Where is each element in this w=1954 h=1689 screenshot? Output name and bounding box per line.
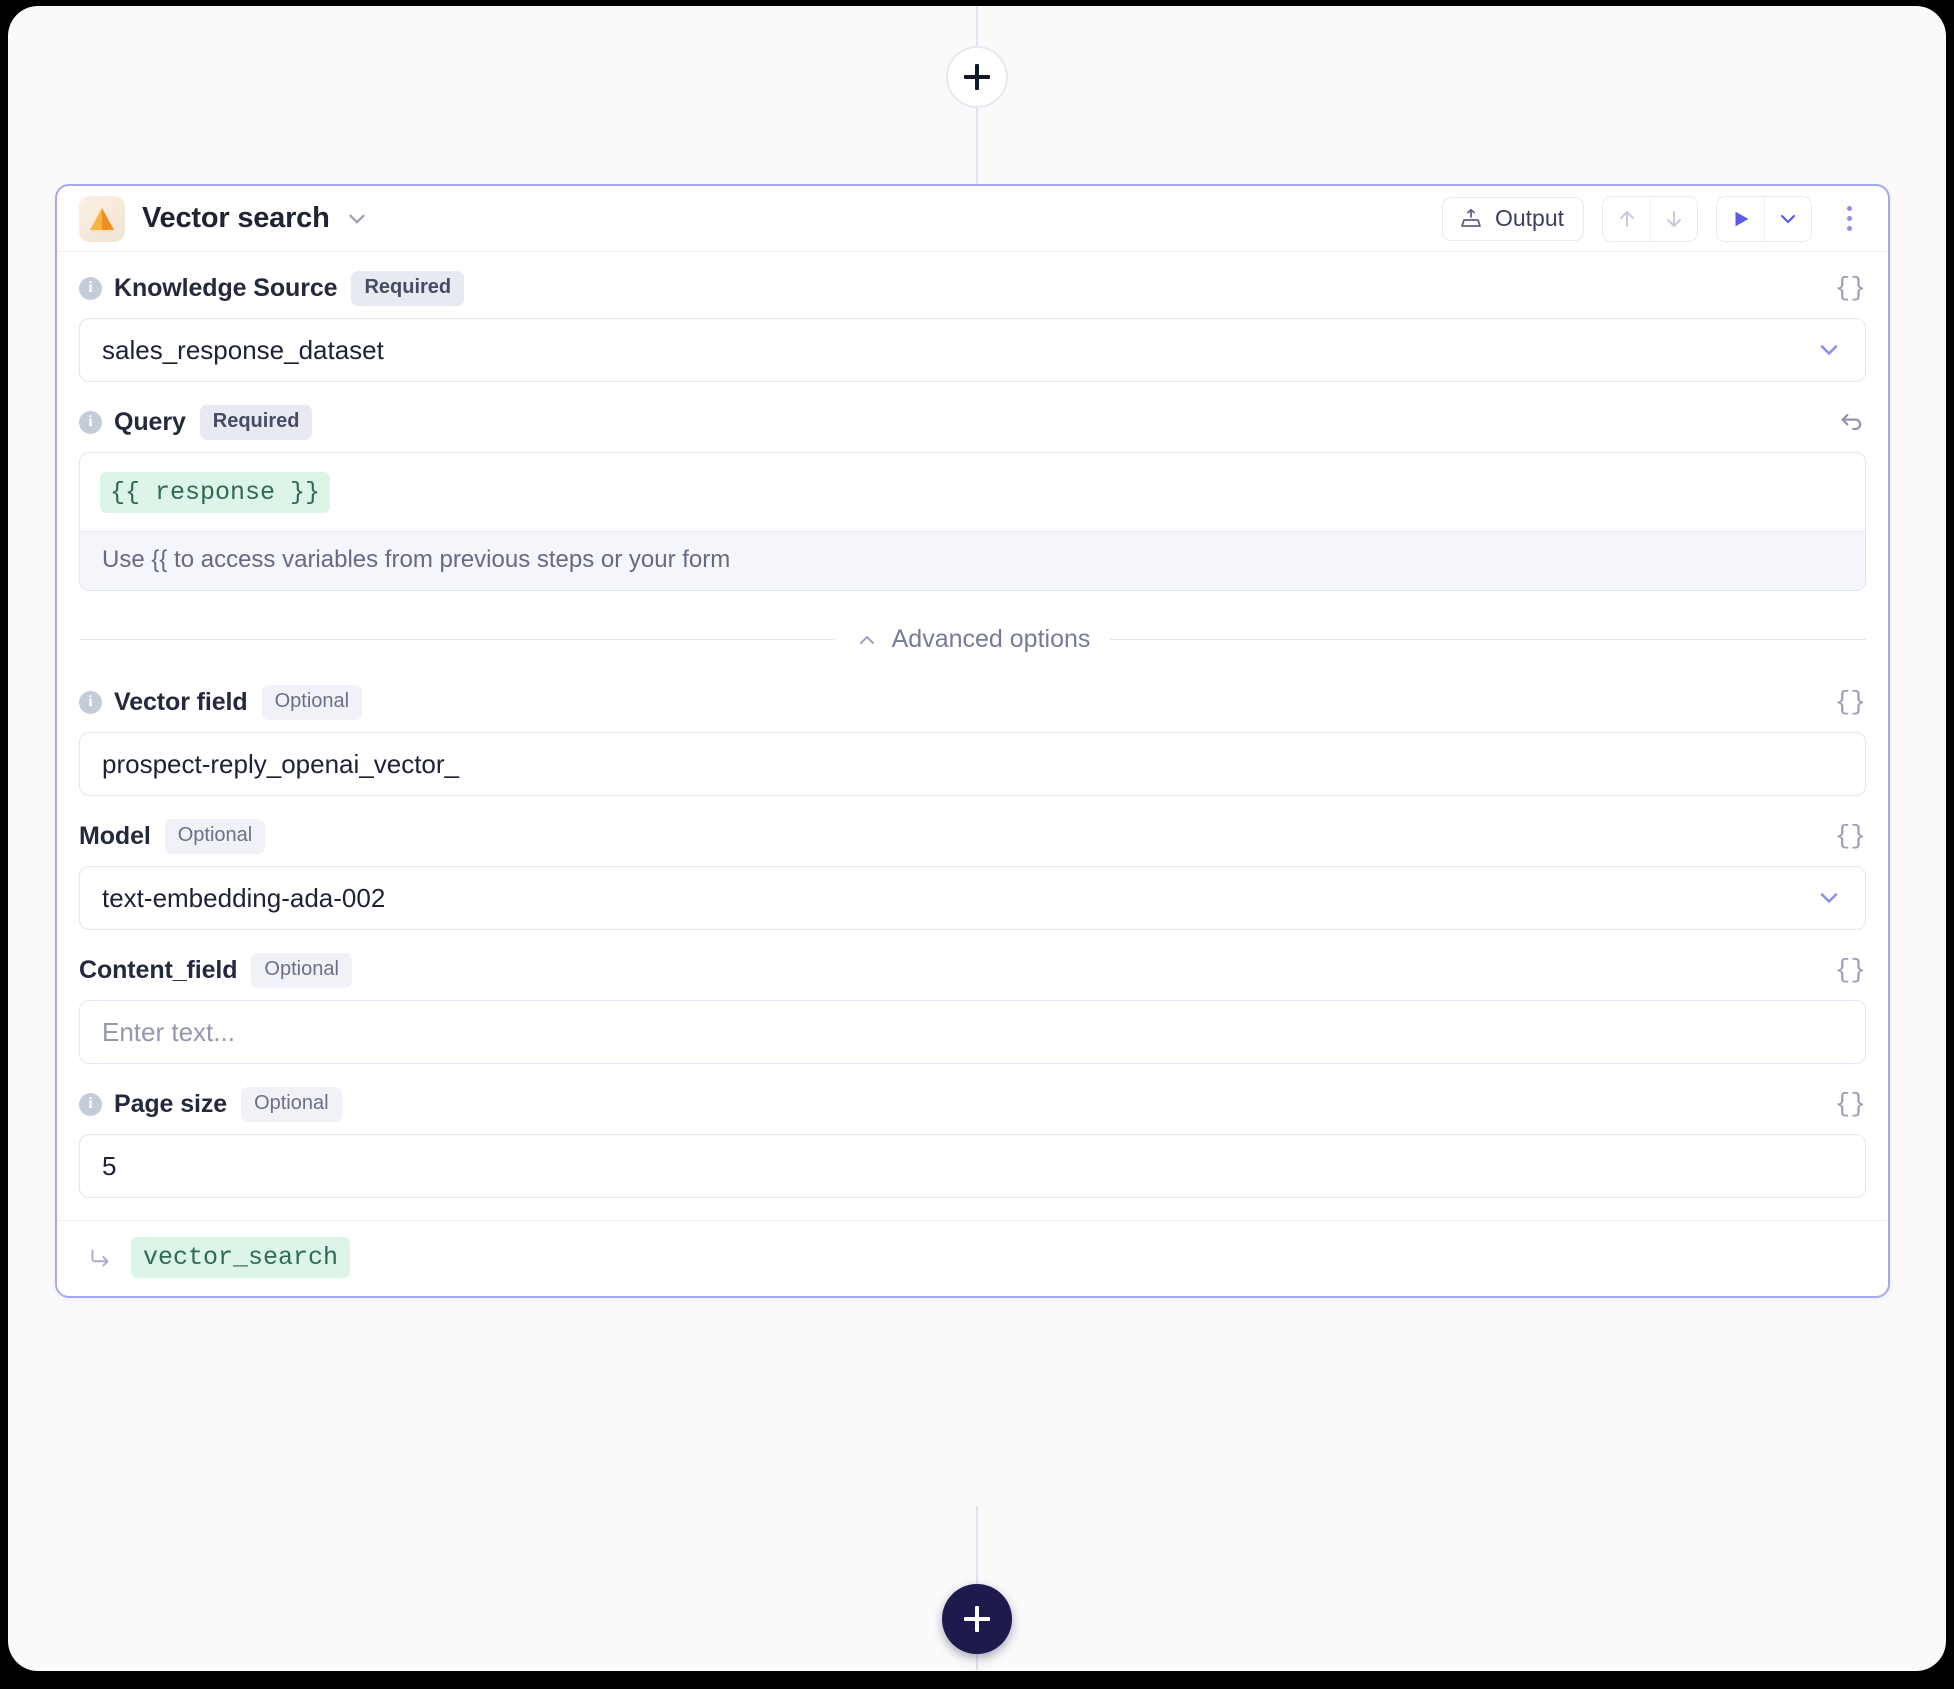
move-down-button[interactable] [1650, 196, 1697, 241]
field-actions [1838, 408, 1866, 436]
model-value: text-embedding-ada-002 [102, 882, 386, 913]
more-options-button[interactable] [1832, 197, 1866, 241]
play-icon [1730, 208, 1752, 230]
info-icon[interactable]: i [79, 410, 102, 434]
field-label: Knowledge Source [114, 273, 338, 302]
chevron-down-icon [1776, 207, 1800, 231]
query-input[interactable]: {{ response }} [80, 453, 1865, 531]
arrow-down-icon [1662, 207, 1686, 231]
field-label: Query [114, 407, 186, 436]
add-step-button-top[interactable] [946, 46, 1008, 108]
info-icon[interactable]: i [79, 276, 102, 300]
model-select[interactable]: text-embedding-ada-002 [79, 866, 1866, 930]
field-label: Content_field [79, 955, 238, 984]
advanced-options-toggle[interactable]: Advanced options [79, 625, 1867, 654]
field-vector-field: i Vector field Optional {} prospect-repl… [79, 684, 1866, 796]
query-editor: {{ response }} Use {{ to access variable… [79, 452, 1866, 591]
chevron-down-icon [1815, 884, 1843, 912]
field-label: Model [79, 821, 151, 850]
field-label-row: i Page size Optional {} [79, 1086, 1866, 1122]
advanced-options-label: Advanced options [891, 625, 1091, 653]
optional-badge: Optional [241, 1086, 342, 1122]
move-button-group [1602, 195, 1698, 242]
advanced-options-inner: Advanced options [855, 625, 1091, 654]
move-up-button[interactable] [1603, 196, 1650, 241]
arrow-turn-down-right-icon [87, 1245, 113, 1271]
field-label: Vector field [114, 687, 248, 716]
field-page-size: i Page size Optional {} 5 [79, 1086, 1866, 1198]
chevron-up-icon [855, 628, 879, 652]
chevron-down-icon[interactable] [344, 206, 370, 232]
variable-token: {{ response }} [100, 471, 331, 513]
divider-right [1110, 639, 1867, 640]
field-label-row: Model Optional {} [79, 818, 1866, 854]
orange-pyramid-icon [79, 195, 125, 242]
field-actions: {} [1835, 1091, 1866, 1117]
optional-badge: Optional [164, 818, 266, 854]
field-label: Page size [114, 1089, 228, 1118]
vector-field-input[interactable]: prospect-reply_openai_vector_ [79, 732, 1866, 796]
braces-icon[interactable]: {} [1835, 689, 1866, 715]
braces-icon[interactable]: {} [1835, 823, 1866, 849]
output-button[interactable]: Output [1441, 196, 1584, 241]
field-model: Model Optional {} text-embedding-ada-002 [79, 818, 1866, 930]
add-step-button-bottom[interactable] [942, 1584, 1012, 1654]
node-header: Vector search Output [57, 186, 1888, 252]
field-actions: {} [1835, 689, 1866, 715]
optional-badge: Optional [261, 684, 363, 720]
field-label-row: i Vector field Optional {} [79, 684, 1866, 720]
field-label-row: i Query Required [79, 404, 1866, 440]
undo-icon[interactable] [1838, 408, 1866, 436]
field-actions: {} [1835, 275, 1866, 301]
run-options-button[interactable] [1764, 196, 1811, 241]
content-field-placeholder: Enter text... [102, 1016, 235, 1047]
info-icon[interactable]: i [79, 1092, 102, 1116]
field-query: i Query Required {{response}} Use {{t… [79, 404, 1866, 591]
run-button-group [1716, 195, 1812, 242]
node-footer: vector_search [57, 1220, 1888, 1296]
knowledge-source-select[interactable]: sales_response_dataset [79, 318, 1866, 382]
divider-left [79, 639, 835, 640]
kebab-menu-icon [1846, 206, 1852, 211]
field-label-row: i Knowledge Source Required {} [79, 270, 1866, 306]
field-actions: {} [1835, 957, 1866, 983]
workflow-canvas: Vector search Output i Knowledge Source … [8, 6, 1946, 1671]
braces-icon[interactable]: {} [1835, 1091, 1866, 1117]
query-hint: Use {{ to access variables from previous… [80, 531, 1865, 590]
page-size-input[interactable]: 5 [79, 1134, 1866, 1198]
field-label-row: Content_field Optional {} [79, 952, 1866, 988]
run-button[interactable] [1717, 196, 1764, 241]
required-badge: Required [351, 270, 465, 306]
node-body: i Knowledge Source Required {} sales_res… [57, 252, 1888, 1198]
info-icon[interactable]: i [79, 690, 102, 714]
export-tray-icon [1459, 207, 1483, 231]
field-knowledge-source: i Knowledge Source Required {} sales_res… [79, 270, 1866, 382]
window-frame: Vector search Output i Knowledge Source … [0, 0, 1954, 1689]
node-title: Vector search [142, 202, 330, 234]
required-badge: Required [199, 404, 313, 440]
knowledge-source-value: sales_response_dataset [102, 334, 384, 365]
page-size-value: 5 [102, 1150, 117, 1181]
plus-icon [964, 64, 990, 90]
braces-icon[interactable]: {} [1835, 957, 1866, 983]
arrow-up-icon [1615, 207, 1639, 231]
field-content-field: Content_field Optional {} Enter text... [79, 952, 1866, 1064]
plus-icon [964, 1606, 990, 1632]
chevron-down-icon [1815, 336, 1843, 364]
vector-search-node-card: Vector search Output i Knowledge Source … [55, 184, 1890, 1298]
vector-field-value: prospect-reply_openai_vector_ [102, 748, 459, 779]
output-variable-token: vector_search [131, 1237, 351, 1278]
output-button-label: Output [1494, 205, 1564, 231]
field-actions: {} [1835, 823, 1866, 849]
braces-icon[interactable]: {} [1835, 275, 1866, 301]
optional-badge: Optional [251, 952, 352, 988]
content-field-input[interactable]: Enter text... [79, 1000, 1866, 1064]
